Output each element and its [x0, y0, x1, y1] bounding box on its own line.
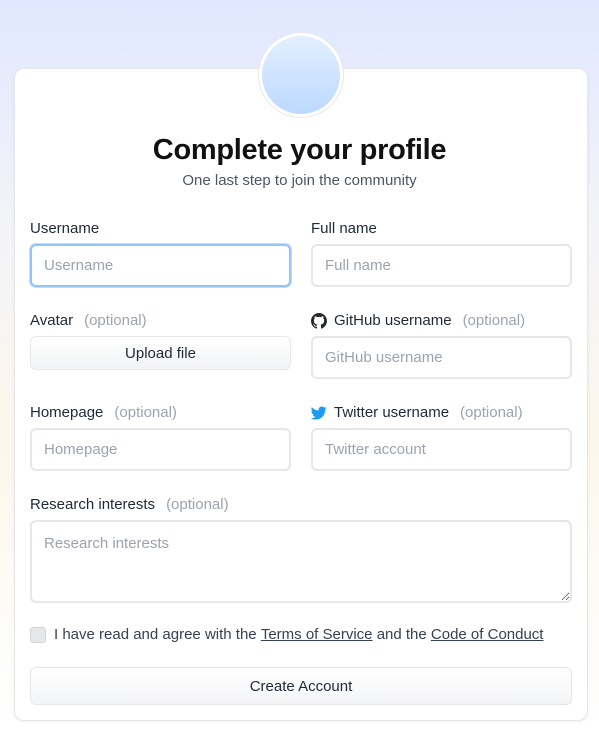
agreement-prefix-text: I have read and agree with the: [54, 626, 257, 643]
github-username-input[interactable]: [311, 336, 572, 379]
research-label: Research interests (optional): [30, 496, 229, 513]
page-title: Complete your profile: [152, 134, 447, 166]
terms-of-service-link[interactable]: Terms of Service: [261, 626, 373, 643]
username-label: Username: [30, 220, 99, 237]
github-optional-hint: (optional): [462, 312, 526, 329]
twitter-label-text: Twitter username: [334, 404, 450, 421]
homepage-label-text: Homepage: [30, 404, 104, 421]
twitter-icon: [310, 405, 327, 421]
twitter-account-input[interactable]: [311, 428, 572, 471]
avatar-label: Avatar (optional): [30, 312, 147, 329]
research-label-text: Research interests: [30, 496, 156, 513]
github-label-text: GitHub username: [334, 312, 452, 329]
avatar-placeholder: [259, 33, 343, 117]
agreement-row: I have read and agree with the Terms of …: [30, 626, 543, 643]
github-label: GitHub username (optional): [311, 312, 525, 329]
username-label-text: Username: [30, 220, 100, 237]
upload-file-button[interactable]: Upload file: [30, 336, 291, 370]
homepage-label: Homepage (optional): [30, 404, 177, 421]
fullname-input[interactable]: [311, 244, 572, 287]
twitter-optional-hint: (optional): [460, 404, 523, 421]
agreement-middle-text: and the: [376, 626, 427, 643]
code-of-conduct-link[interactable]: Code of Conduct: [431, 626, 544, 643]
homepage-input[interactable]: [30, 428, 291, 471]
homepage-optional-hint: (optional): [114, 404, 177, 421]
avatar-optional-hint: (optional): [84, 312, 147, 329]
agree-checkbox[interactable]: [30, 626, 46, 643]
page-subtitle: One last step to join the community: [182, 172, 417, 189]
github-icon: [311, 312, 327, 329]
research-optional-hint: (optional): [166, 496, 229, 513]
avatar-label-text: Avatar: [30, 312, 74, 329]
fullname-label-text: Full name: [311, 220, 377, 237]
create-account-button[interactable]: Create Account: [30, 667, 572, 705]
username-input[interactable]: [30, 244, 291, 287]
fullname-label: Full name: [311, 220, 377, 237]
research-interests-textarea[interactable]: [30, 520, 572, 603]
twitter-label: Twitter username (optional): [310, 404, 523, 421]
